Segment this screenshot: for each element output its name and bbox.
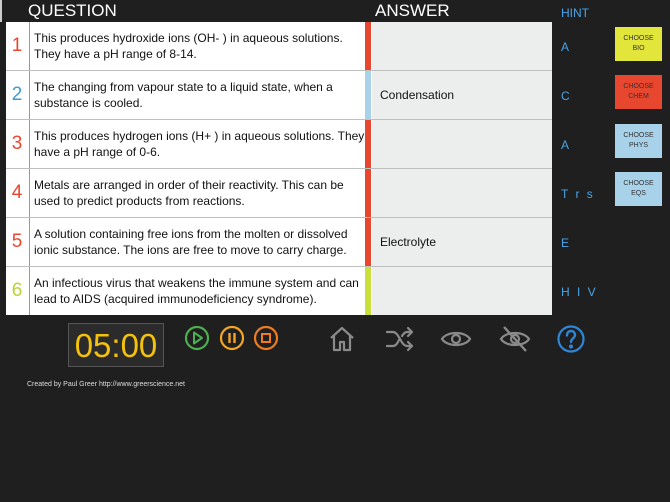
answer-field[interactable] (372, 267, 552, 315)
row-number: 5 (11, 231, 23, 252)
row-number: 6 (11, 280, 23, 301)
choose-eqs-button[interactable]: CHOOSE EQS (615, 172, 662, 206)
question-text: This produces hydroxide ions (OH- ) in a… (34, 31, 343, 61)
answer-field[interactable] (372, 169, 552, 217)
divider (29, 267, 30, 315)
eye-off-icon[interactable] (499, 323, 531, 355)
question-text: Metals are arranged in order of their re… (34, 178, 344, 208)
hint-text[interactable]: A (561, 138, 611, 152)
table-row: 5 A solution containing free ions from t… (6, 218, 552, 266)
question-text: An infectious virus that weakens the imm… (34, 276, 359, 306)
status-bar (365, 267, 371, 315)
question-header: QUESTION (28, 1, 117, 20)
hint-text[interactable]: E (561, 236, 611, 250)
window-edge (0, 0, 8, 22)
status-bar (365, 218, 371, 266)
status-bar (365, 169, 371, 217)
choose-phys-button[interactable]: CHOOSE PHYS (615, 124, 662, 158)
pause-icon[interactable] (218, 324, 246, 352)
play-icon[interactable] (183, 324, 211, 352)
status-bar (365, 22, 371, 70)
row-number: 3 (11, 133, 23, 154)
table-row: 2 The changing from vapour state to a li… (6, 71, 552, 119)
shuffle-icon[interactable] (384, 323, 416, 355)
divider (29, 218, 30, 266)
countdown-timer: 05:00 (68, 323, 164, 367)
stop-icon[interactable] (252, 324, 280, 352)
table-row: 1 This produces hydroxide ions (OH- ) in… (6, 22, 552, 70)
row-number: 1 (11, 35, 23, 56)
row-number: 2 (11, 84, 23, 105)
eye-icon[interactable] (440, 323, 472, 355)
choose-chem-button[interactable]: CHOOSE CHEM (615, 75, 662, 109)
choose-bio-button[interactable]: CHOOSE BIO (615, 27, 662, 61)
divider (29, 120, 30, 168)
question-text: This produces hydrogen ions (H+ ) in aqu… (34, 129, 365, 159)
answer-field[interactable] (372, 22, 552, 70)
divider (29, 71, 30, 119)
answer-field[interactable]: Condensation (372, 71, 552, 119)
table-row: 6 An infectious virus that weakens the i… (6, 267, 552, 315)
table-row: 3 This produces hydrogen ions (H+ ) in a… (6, 120, 552, 168)
hint-text[interactable]: A (561, 40, 611, 54)
hint-text[interactable]: T r s (561, 187, 611, 201)
hint-header: HINT (561, 6, 589, 20)
divider (29, 22, 30, 70)
row-number: 4 (11, 182, 23, 203)
credit-text: Created by Paul Greer http://www.greersc… (27, 381, 185, 388)
question-text: The changing from vapour state to a liqu… (34, 80, 333, 110)
divider (29, 169, 30, 217)
table-row: 4 Metals are arranged in order of their … (6, 169, 552, 217)
answer-field[interactable]: Electrolyte (372, 218, 552, 266)
answer-field[interactable] (372, 120, 552, 168)
hint-text[interactable]: C (561, 89, 611, 103)
status-bar (365, 120, 371, 168)
answer-header: ANSWER (375, 1, 450, 20)
status-bar (365, 71, 371, 119)
hint-text[interactable]: H I V (561, 285, 611, 299)
help-icon[interactable] (555, 323, 587, 355)
home-icon[interactable] (326, 323, 358, 355)
quiz-table: 1 This produces hydroxide ions (OH- ) in… (6, 22, 552, 315)
question-text: A solution containing free ions from the… (34, 227, 348, 257)
